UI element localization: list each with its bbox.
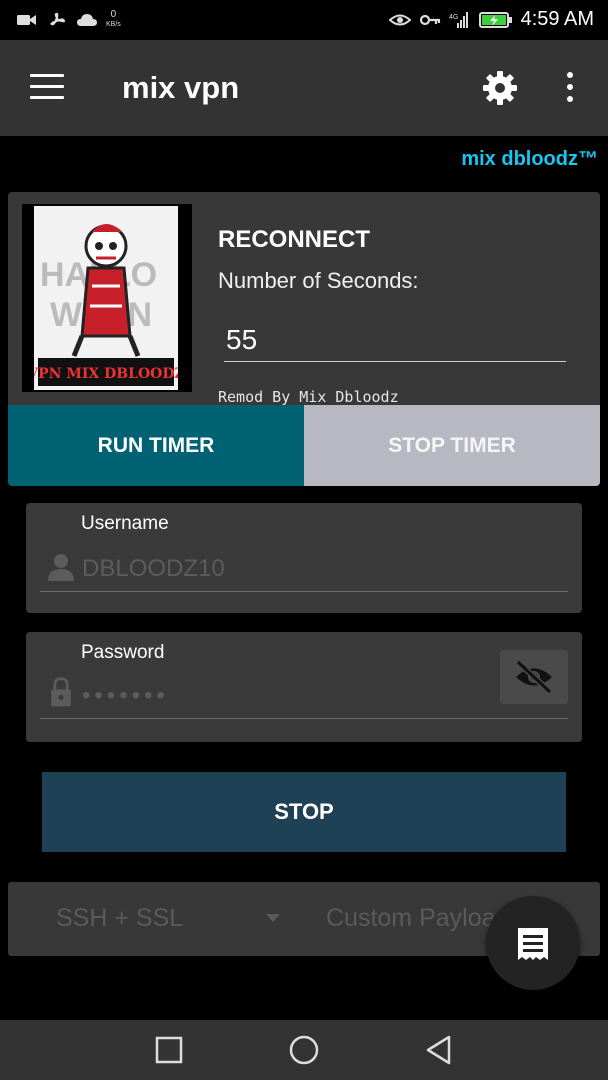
username-label: Username [81,513,169,534]
status-bar: 0 KB/s 4G 4:59 AM [0,0,608,40]
status-bar-left: 0 KB/s [16,10,121,30]
eye-icon [388,14,411,25]
more-vertical-icon[interactable] [558,70,582,104]
hamburger-menu-icon[interactable] [30,74,64,100]
brand-label: mix dbloodz™ [461,148,598,170]
username-field[interactable]: Username DBLOODZ10 [26,503,582,613]
fan-icon [50,12,65,26]
seconds-label: Number of Seconds: [218,268,419,293]
stop-connection-button[interactable]: STOP [42,772,566,852]
app-title: mix vpn [122,70,240,105]
back-triangle-icon[interactable] [422,1034,456,1066]
video-camera-icon [17,15,36,25]
status-bar-right: 4G 4:59 AM [388,8,594,31]
system-nav-bar [0,1020,608,1080]
person-icon [48,554,74,581]
username-value: DBLOODZ10 [82,555,225,582]
app-toolbar: mix vpn [0,40,608,136]
home-circle-icon[interactable] [287,1034,321,1066]
cloud-icon [77,14,97,26]
payload-select[interactable]: Custom Payload [326,904,509,933]
reconnect-card: HALLO WEEN VPN MIX DBLOODZ RECONNECT Num… [8,192,600,486]
toggle-password-visibility-button[interactable] [500,650,568,704]
logo-caption: VPN MIX DBLOODZ [34,366,178,382]
run-timer-button[interactable]: RUN TIMER [8,405,304,486]
net-speed-indicator: 0 KB/s [106,10,121,30]
gear-icon[interactable] [480,68,520,108]
key-icon [419,14,440,25]
password-value: ••••••• [82,682,169,709]
battery-charging-icon [478,11,512,28]
stop-timer-button[interactable]: STOP TIMER [304,405,600,486]
dropdown-arrow-icon[interactable] [266,914,280,922]
receipt-icon [518,928,548,960]
password-label: Password [81,642,165,663]
signal-4g-icon: 4G [449,11,468,28]
seconds-input[interactable]: 55 [224,318,566,362]
eye-off-icon [515,659,553,695]
app-logo: HALLO WEEN VPN MIX DBLOODZ [22,204,192,392]
net-speed-value: 0 [110,9,117,20]
net-speed-unit: KB/s [106,21,121,28]
network-type-label: 4G [449,14,458,21]
log-fab-button[interactable] [486,896,580,990]
protocol-select[interactable]: SSH + SSL [56,904,183,933]
lock-icon [51,677,71,707]
password-underline [40,718,568,719]
username-underline [40,591,568,592]
logo-image: HALLO WEEN VPN MIX DBLOODZ [34,206,178,390]
status-time: 4:59 AM [520,8,594,30]
reconnect-title: RECONNECT [218,226,371,253]
recents-square-icon[interactable] [152,1034,186,1066]
remod-credit: Remod By Mix Dbloodz [218,388,399,406]
mascot-illustration: HALLO WEEN VPN MIX DBLOODZ [34,224,178,386]
password-field[interactable]: Password ••••••• [26,632,582,742]
